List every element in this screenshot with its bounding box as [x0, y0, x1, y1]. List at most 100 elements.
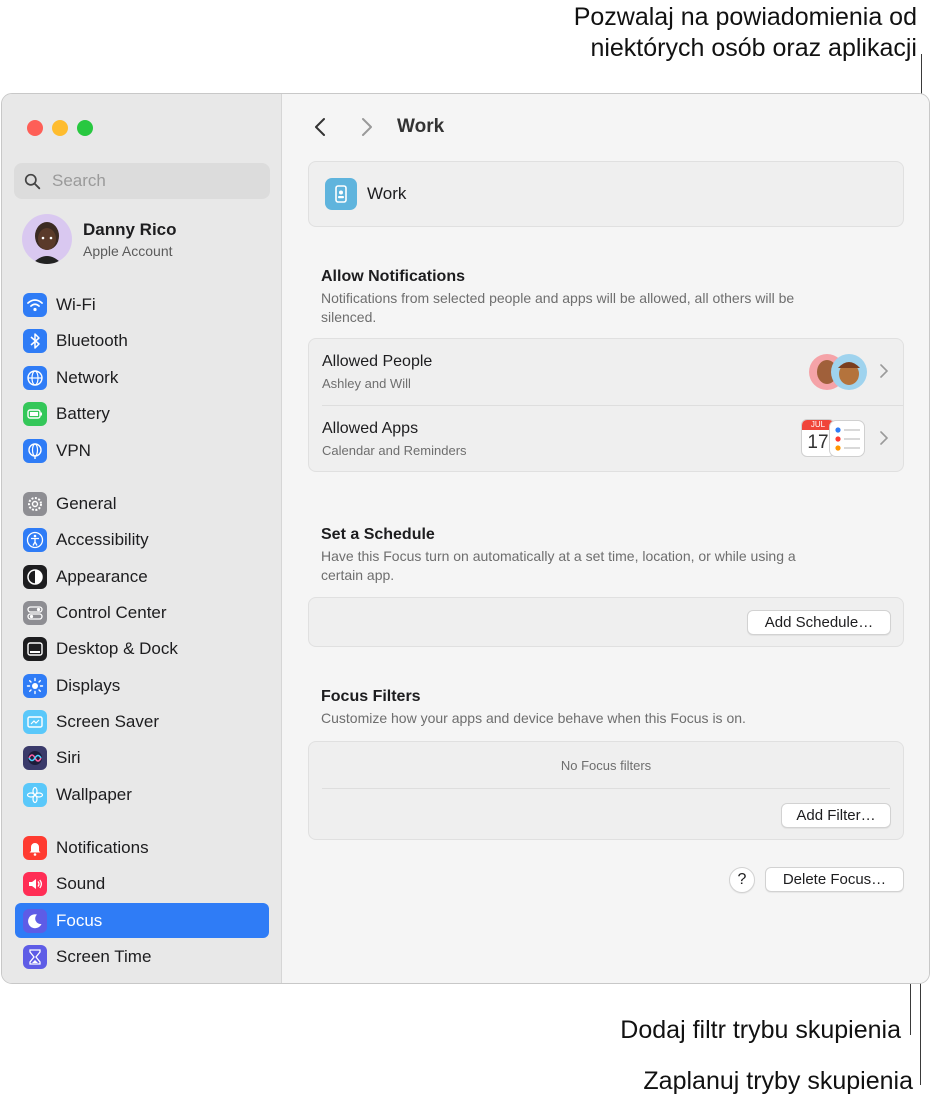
traffic-lights — [27, 120, 93, 136]
add-filter-button[interactable]: Add Filter… — [781, 803, 891, 828]
people-avatars — [809, 352, 869, 392]
focus-filters-title: Focus Filters — [321, 688, 421, 705]
sidebar-item-label: Siri — [56, 747, 81, 767]
sidebar-item-wi-fi[interactable]: Wi-Fi — [15, 287, 269, 322]
allowed-people-row[interactable]: Allowed People Ashley and Will — [309, 339, 903, 405]
sidebar-item-appearance[interactable]: Appearance — [15, 559, 269, 594]
sidebar-item-label: Battery — [56, 403, 110, 423]
zoom-window-button[interactable] — [77, 120, 93, 136]
speaker-icon — [23, 871, 47, 896]
callout-line-2: niektórych osób oraz aplikacji — [590, 34, 917, 62]
sidebar-item-focus[interactable]: Focus — [15, 903, 269, 938]
battery-icon — [23, 401, 47, 426]
sidebar-item-label: Notifications — [56, 837, 149, 857]
schedule-desc: Have this Focus turn on automatically at… — [321, 548, 796, 583]
hourglass-icon — [23, 944, 47, 969]
delete-focus-button[interactable]: Delete Focus… — [765, 867, 904, 892]
callout-add-filter: Dodaj filtr trybu skupienia — [620, 1016, 901, 1044]
toolbar: Work — [282, 94, 929, 158]
bell-icon — [23, 835, 47, 860]
sidebar-item-general[interactable]: General — [15, 486, 269, 521]
sidebar: Search Danny Rico Apple Account Wi-Fi Blu… — [2, 94, 282, 983]
vpn-globe-icon — [23, 438, 47, 463]
close-window-button[interactable] — [27, 120, 43, 136]
badge-icon — [325, 178, 357, 210]
sidebar-item-label: Desktop & Dock — [56, 638, 178, 658]
callout-allow-notifications: Pozwalaj na powiadomienia od niektórych … — [397, 2, 917, 64]
sidebar-item-label: Wallpaper — [56, 784, 132, 804]
page-title: Work — [397, 116, 445, 137]
sidebar-item-label: Displays — [56, 675, 121, 695]
reminders-icon — [829, 420, 865, 457]
bluetooth-icon — [23, 328, 47, 353]
accessibility-icon — [23, 527, 47, 552]
focus-filters-card: No Focus filters Add Filter… — [308, 741, 904, 840]
sidebar-item-control-center[interactable]: Control Center — [15, 595, 269, 630]
apple-account[interactable]: Danny Rico Apple Account — [22, 214, 177, 264]
screen-saver-icon — [23, 709, 47, 734]
siri-icon — [23, 745, 47, 770]
sidebar-item-vpn[interactable]: VPN — [15, 433, 269, 468]
callout-line-1: Pozwalaj na powiadomienia od — [573, 3, 917, 31]
search-field[interactable]: Search — [14, 163, 270, 199]
sidebar-item-label: VPN — [56, 440, 91, 460]
sidebar-item-label: Control Center — [56, 602, 167, 622]
sidebar-item-screen-saver[interactable]: Screen Saver — [15, 704, 269, 739]
flower-icon — [23, 782, 47, 807]
sidebar-item-label: Screen Saver — [56, 711, 159, 731]
allowed-apps-row[interactable]: Allowed Apps Calendar and Reminders JUL … — [309, 406, 903, 472]
help-button[interactable]: ? — [729, 867, 755, 893]
account-subtitle: Apple Account — [83, 242, 173, 259]
minimize-window-button[interactable] — [52, 120, 68, 136]
sun-icon — [23, 673, 47, 698]
callout-schedule: Zaplanuj tryby skupienia — [643, 1067, 913, 1095]
focus-name: Work — [367, 184, 407, 203]
no-filters-text: No Focus filters — [560, 758, 652, 773]
sidebar-item-sound[interactable]: Sound — [15, 866, 269, 901]
allowed-people-subtitle: Ashley and Will — [322, 376, 411, 391]
search-placeholder: Search — [52, 171, 106, 190]
sidebar-item-label: Bluetooth — [56, 330, 128, 350]
sidebar-item-desktop-dock[interactable]: Desktop & Dock — [15, 631, 269, 666]
sidebar-item-label: Screen Time — [56, 946, 152, 966]
sidebar-item-screen-time[interactable]: Screen Time — [15, 939, 269, 974]
settings-window: Search Danny Rico Apple Account Wi-Fi Blu… — [1, 93, 930, 984]
forward-button[interactable] — [355, 116, 377, 138]
main-pane: Work Work Allow Notifications Notificati… — [282, 94, 929, 983]
sidebar-item-accessibility[interactable]: Accessibility — [15, 522, 269, 557]
sidebar-item-notifications[interactable]: Notifications — [15, 830, 269, 865]
sidebar-item-displays[interactable]: Displays — [15, 668, 269, 703]
sidebar-item-network[interactable]: Network — [15, 360, 269, 395]
schedule-title: Set a Schedule — [321, 526, 435, 543]
sidebar-item-label: Appearance — [56, 566, 148, 586]
avatar — [22, 214, 72, 264]
allow-notifications-desc: Notifications from selected people and a… — [321, 290, 795, 325]
sidebar-item-wallpaper[interactable]: Wallpaper — [15, 777, 269, 812]
add-schedule-button[interactable]: Add Schedule… — [747, 610, 891, 635]
sidebar-item-label: Sound — [56, 873, 106, 893]
allow-notifications-title: Allow Notifications — [321, 268, 465, 285]
appearance-icon — [23, 564, 47, 589]
sidebar-item-bluetooth[interactable]: Bluetooth — [15, 323, 269, 358]
back-button[interactable] — [310, 116, 332, 138]
chevron-right-icon — [880, 364, 889, 378]
sidebar-item-label: Wi-Fi — [56, 294, 96, 314]
sidebar-item-battery[interactable]: Battery — [15, 396, 269, 431]
sidebar-item-label: General — [56, 493, 117, 513]
filters-divider — [322, 788, 890, 789]
focus-name-card[interactable]: Work — [308, 161, 904, 227]
moon-icon — [23, 908, 47, 933]
search-icon — [24, 173, 41, 189]
chevron-right-icon — [880, 431, 889, 445]
sidebar-item-label: Focus — [56, 910, 103, 930]
account-name: Danny Rico — [83, 219, 177, 239]
dock-icon — [23, 636, 47, 661]
allowed-apps-title: Allowed Apps — [322, 420, 419, 437]
schedule-card: Add Schedule… — [308, 597, 904, 647]
toggles-icon — [23, 600, 47, 625]
allowed-list-card: Allowed People Ashley and Will Allowed A… — [308, 338, 904, 472]
wifi-icon — [23, 292, 47, 317]
sidebar-item-label: Accessibility — [56, 529, 149, 549]
globe-icon — [23, 365, 47, 390]
sidebar-item-siri[interactable]: Siri — [15, 740, 269, 775]
